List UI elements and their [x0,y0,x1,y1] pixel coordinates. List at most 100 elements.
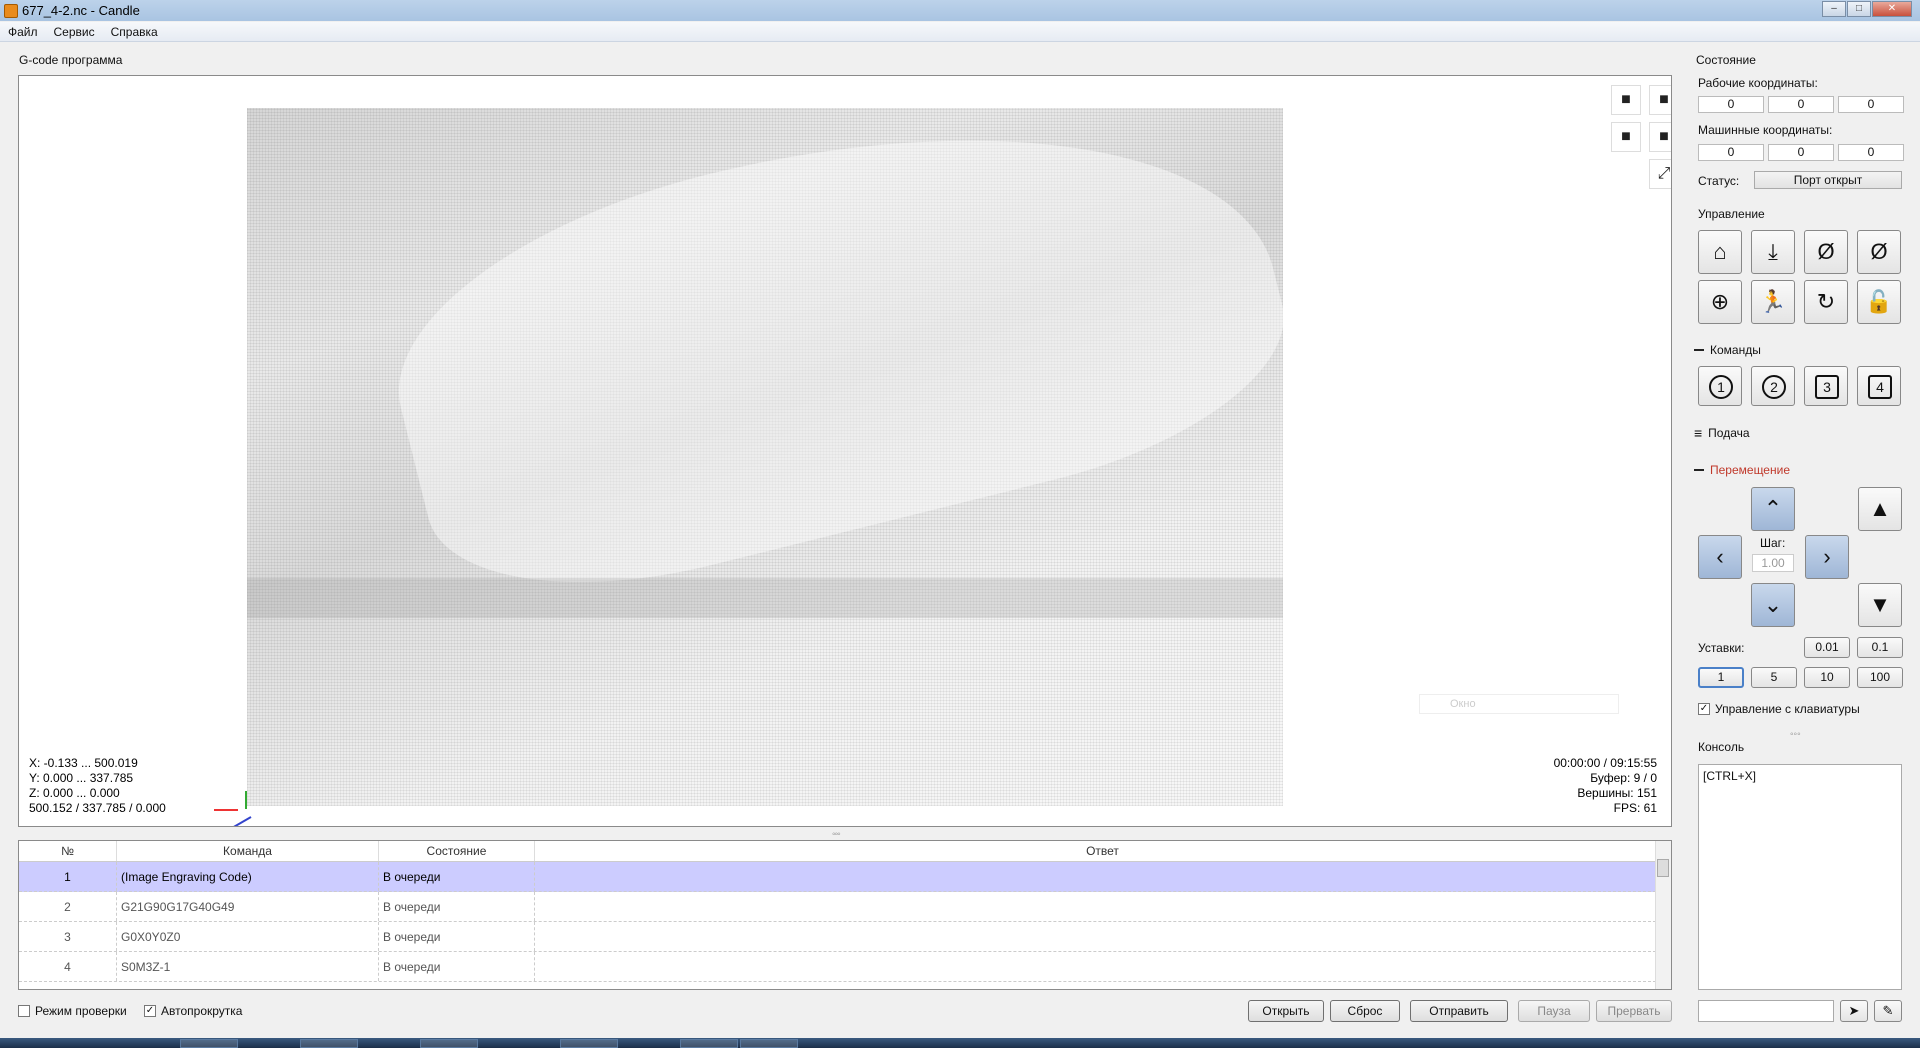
commands-header[interactable]: Команды [1694,343,1761,357]
step-label: Шаг: [1760,536,1786,550]
menu-file[interactable]: Файл [0,25,46,39]
check-mode-toggle[interactable]: Режим проверки [18,1004,127,1018]
row-command: G0X0Y0Z0 [117,922,379,951]
cube-top-icon[interactable]: ■ [1649,122,1671,152]
jog-x-plus-button[interactable]: › [1805,535,1849,579]
origin-icon[interactable]: ⊕ [1698,280,1742,324]
jog-x-minus-button[interactable]: ‹ [1698,535,1742,579]
feed-header[interactable]: ≡ Подача [1694,425,1750,441]
zero-xy-icon[interactable]: Ø [1804,230,1848,274]
col-state[interactable]: Состояние [379,841,535,861]
machine-z-value: 0 [1838,144,1904,161]
work-z-value: 0 [1838,96,1904,113]
program-table[interactable]: № Команда Состояние Ответ 1 (Image Engra… [18,840,1672,990]
pause-button[interactable]: Пауза [1518,1000,1590,1022]
scroll-thumb[interactable] [1657,859,1669,877]
taskbar-item[interactable] [680,1039,738,1048]
preset-1-button[interactable]: 1 [1698,667,1744,688]
preset-10-button[interactable]: 10 [1804,667,1850,688]
step-input[interactable]: 1.00 [1752,554,1794,572]
row-response [535,892,1671,921]
jog-z-minus-button[interactable]: ▼ [1858,583,1902,627]
reset-button[interactable]: Сброс [1330,1000,1400,1022]
splitter-handle[interactable]: ◦◦◦ [832,829,841,840]
open-button[interactable]: Открыть [1248,1000,1324,1022]
safe-position-icon[interactable]: 🏃 [1751,280,1795,324]
col-response[interactable]: Ответ [535,841,1671,861]
console-output[interactable]: [CTRL+X] [1698,764,1902,990]
keyboard-control-toggle[interactable]: ✓ Управление с клавиатуры [1698,702,1860,716]
table-row[interactable]: 4 S0M3Z-1 В очереди [19,952,1671,982]
command-1-button[interactable]: 1 [1698,366,1742,406]
jog-z-plus-button[interactable]: ▲ [1858,487,1902,531]
zero-z-icon[interactable]: Ø [1857,230,1901,274]
status-label: Статус: [1698,174,1740,188]
row-state: В очереди [379,862,535,891]
clear-console-icon[interactable]: ✎ [1874,1000,1902,1022]
cube-iso-icon[interactable]: ■ [1649,85,1671,115]
command-1-icon: 1 [1709,375,1733,399]
fps-info: FPS: 61 [1613,801,1657,815]
close-button[interactable]: ✕ [1872,1,1912,17]
keyboard-control-checkbox[interactable]: ✓ [1698,703,1710,715]
preset-0.1-button[interactable]: 0.1 [1857,637,1903,658]
fit-view-icon[interactable]: ⤢ [1649,159,1671,189]
taskbar-item[interactable] [180,1039,238,1048]
jog-header[interactable]: Перемещение [1694,463,1790,477]
taskbar-item[interactable] [300,1039,358,1048]
row-response [535,862,1671,891]
col-number[interactable]: № [19,841,117,861]
taskbar-item[interactable] [740,1039,798,1048]
control-title: Управление [1698,207,1765,221]
check-mode-label: Режим проверки [35,1004,127,1018]
command-4-button[interactable]: 4 [1857,366,1901,406]
table-row[interactable]: 1 (Image Engraving Code) В очереди [19,862,1671,892]
send-button[interactable]: Отправить [1410,1000,1508,1022]
command-3-button[interactable]: 3 [1804,366,1848,406]
preset-100-button[interactable]: 100 [1857,667,1903,688]
preset-0.01-button[interactable]: 0.01 [1804,637,1850,658]
cube-front-icon[interactable]: ■ [1611,85,1641,115]
title-bar: 677_4-2.nc - Candle – □ ✕ [0,0,1920,21]
presets-label: Уставки: [1698,641,1745,655]
jog-y-plus-button[interactable]: ⌃ [1751,487,1795,531]
table-scrollbar[interactable] [1655,841,1671,989]
unlock-icon[interactable]: 🔓 [1857,280,1901,324]
panel-splitter[interactable]: ◦◦◦ [1790,729,1801,740]
gcode-viewport[interactable]: ■ ■ ■ ■ ⤢ X: -0.133 ... 500.019 Y: 0.000… [18,75,1672,827]
menu-service[interactable]: Сервис [46,25,103,39]
commands-title: Команды [1710,343,1761,357]
autoscroll-label: Автопрокрутка [161,1004,243,1018]
command-4-icon: 4 [1868,375,1892,399]
minimize-button[interactable]: – [1822,1,1846,17]
table-row[interactable]: 2 G21G90G17G40G49 В очереди [19,892,1671,922]
console-input[interactable] [1698,1000,1834,1022]
window-controls: – □ ✕ [1821,1,1912,17]
time-info: 00:00:00 / 09:15:55 [1553,756,1657,770]
work-y-value: 0 [1768,96,1834,113]
taskbar-item[interactable] [560,1039,618,1048]
col-command[interactable]: Команда [117,841,379,861]
jog-y-minus-button[interactable]: ⌄ [1751,583,1795,627]
jog-title: Перемещение [1710,463,1790,477]
autoscroll-checkbox[interactable]: ✓ [144,1005,156,1017]
restore-icon[interactable]: ↻ [1804,280,1848,324]
cube-left-icon[interactable]: ■ [1611,122,1641,152]
home-icon[interactable]: ⌂ [1698,230,1742,274]
menu-help[interactable]: Справка [103,25,166,39]
taskbar-item[interactable] [420,1039,478,1048]
menu-lines-icon: ≡ [1694,425,1703,441]
probe-z-icon[interactable]: ⤓ [1751,230,1795,274]
command-2-button[interactable]: 2 [1751,366,1795,406]
maximize-button[interactable]: □ [1847,1,1871,17]
abort-button[interactable]: Прервать [1596,1000,1672,1022]
table-row[interactable]: 3 G0X0Y0Z0 В очереди [19,922,1671,952]
status-value: Порт открыт [1754,171,1902,189]
check-mode-checkbox[interactable] [18,1005,30,1017]
preset-5-button[interactable]: 5 [1751,667,1797,688]
row-number: 2 [19,892,117,921]
autoscroll-toggle[interactable]: ✓ Автопрокрутка [144,1004,242,1018]
gcode-title: G-code программа [19,53,123,67]
send-command-icon[interactable]: ➤ [1840,1000,1868,1022]
machine-y-value: 0 [1768,144,1834,161]
